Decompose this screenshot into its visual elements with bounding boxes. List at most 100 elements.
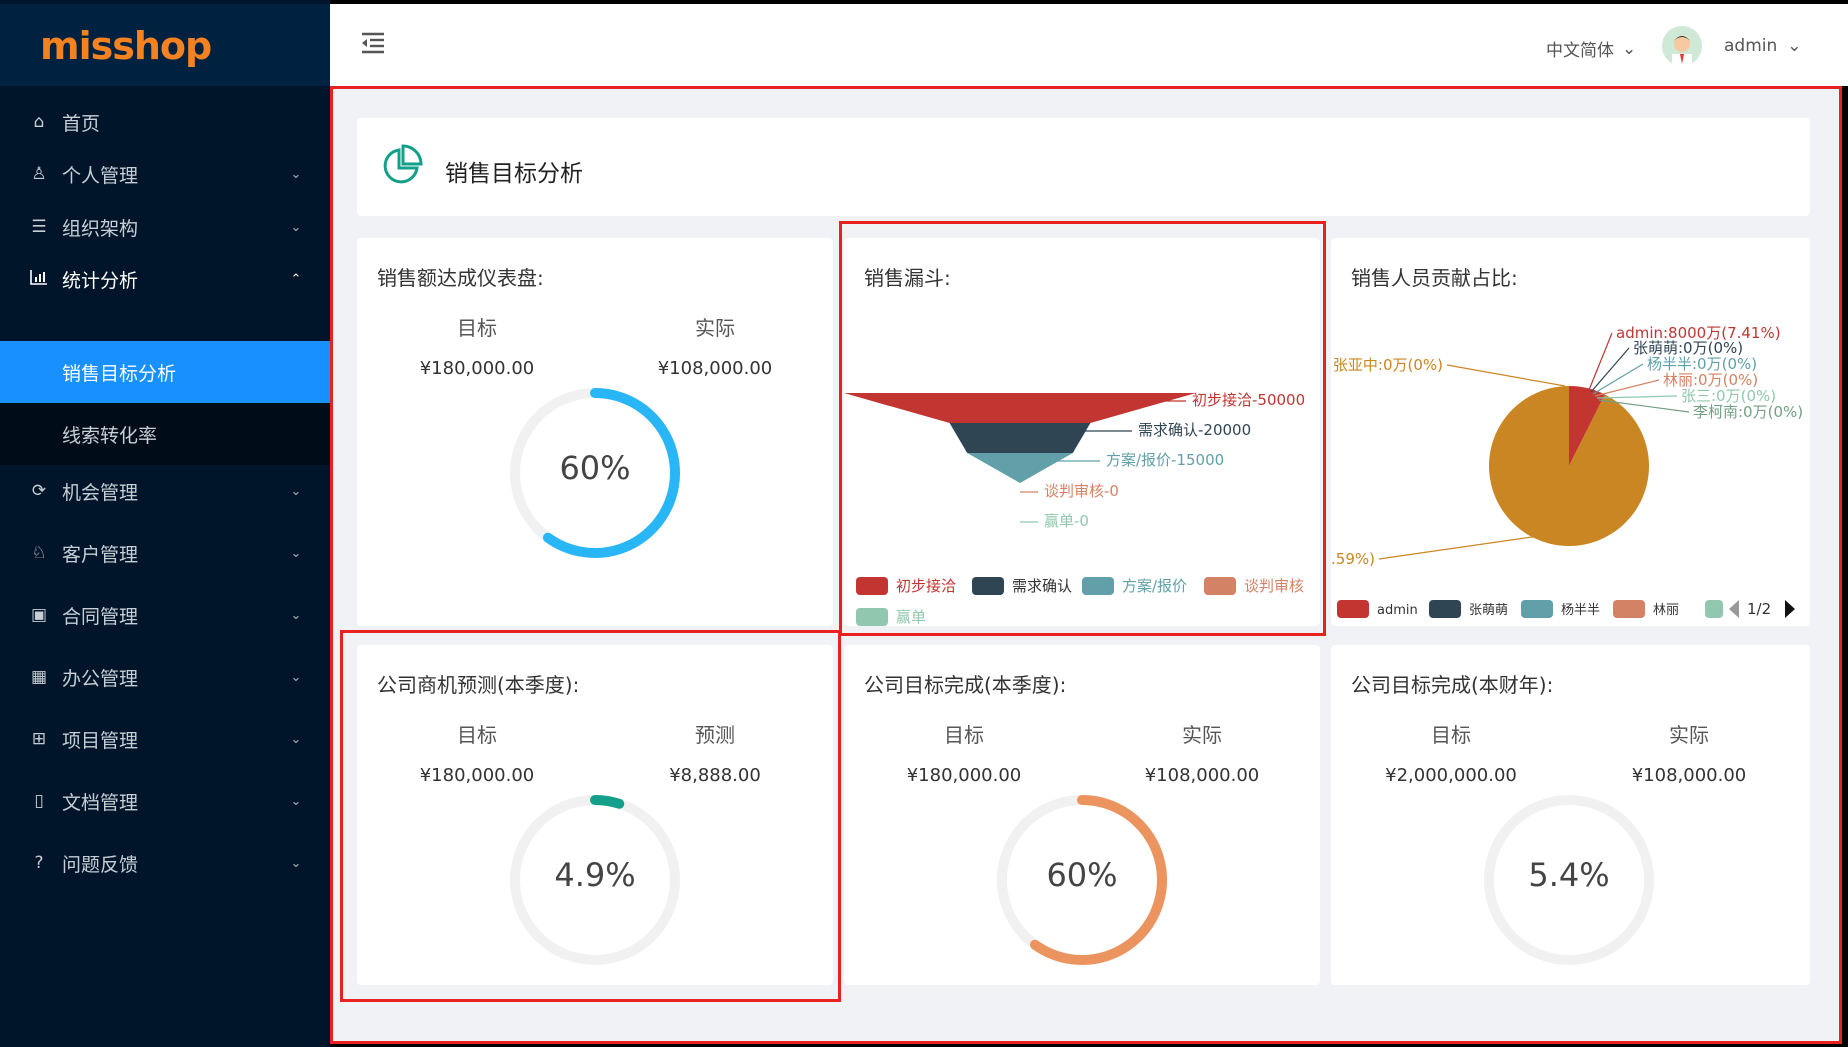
progress-gauge: 60% bbox=[505, 383, 685, 563]
contract-icon: ▣ bbox=[30, 605, 48, 625]
pie-legend-swatch bbox=[1337, 600, 1369, 618]
sidebar-item-office[interactable]: ▦ 办公管理 ⌄ bbox=[0, 646, 330, 708]
sidebar-item-label: 项目管理 bbox=[62, 729, 139, 752]
project-icon: ⊞ bbox=[31, 729, 47, 749]
calendar-icon: ▦ bbox=[30, 667, 48, 687]
sidebar-item-contract[interactable]: ▣ 合同管理 ⌄ bbox=[0, 584, 330, 646]
funnel-legend-swatch bbox=[856, 608, 888, 626]
contribution-pie-chart: admin:8000万(7.41%)张萌萌:0万(0%)杨半半:0万(0%)林丽… bbox=[1331, 324, 1803, 618]
pie-label: 张亚中:0万(0%) bbox=[1333, 356, 1443, 374]
contribution-card: 销售人员贡献占比: admin:8000万(7.41%) 张萌萌:0万(0%) 杨半… bbox=[1331, 238, 1810, 626]
chevron-down-icon: ⌄ bbox=[1622, 38, 1637, 59]
funnel-legend-label: 初步接洽 bbox=[896, 577, 956, 595]
language-select[interactable]: 中文简体 ⌄ bbox=[1546, 36, 1637, 62]
pie-label: test:100000万(92.59%) bbox=[1331, 550, 1375, 568]
pie-legend-label: 张萌萌 bbox=[1469, 603, 1508, 618]
kpi-target: 目标 ¥180,000.00 bbox=[377, 719, 577, 786]
sales-funnel-card: 销售漏斗: 初步接洽-50000 需求确认-20000 方案/报价-15000 谈判审… bbox=[844, 238, 1320, 626]
legend-next-icon bbox=[1785, 600, 1795, 618]
avatar[interactable] bbox=[1662, 26, 1702, 66]
sidebar-item-document[interactable]: ▯ 文档管理 ⌄ bbox=[0, 770, 330, 832]
sidebar-item-label: 机会管理 bbox=[62, 481, 139, 504]
home-icon: ⌂ bbox=[33, 112, 45, 132]
pie-legend-swatch bbox=[1613, 600, 1645, 618]
sidebar-item-label: 合同管理 bbox=[62, 605, 139, 628]
funnel-segment bbox=[967, 453, 1073, 483]
question-icon: ? bbox=[34, 853, 44, 873]
gauge-percent: 60% bbox=[1046, 856, 1118, 894]
funnel-legend-label: 谈判审核 bbox=[1244, 577, 1304, 595]
logo-text: misshop bbox=[40, 24, 212, 68]
page-header-card: 销售目标分析 bbox=[357, 118, 1810, 216]
gauge-percent: 5.4% bbox=[1528, 856, 1610, 894]
chevron-down-icon: ⌄ bbox=[290, 483, 302, 499]
document-icon: ▯ bbox=[34, 791, 44, 811]
language-label: 中文简体 bbox=[1546, 41, 1614, 61]
sales-gauge-card: 销售额达成仪表盘: 目标 ¥180,000.00 实际 ¥108,000.00 … bbox=[357, 238, 833, 626]
quarter-target-card: 公司目标完成(本季度): 目标 ¥180,000.00 实际 ¥108,000.… bbox=[844, 645, 1320, 985]
contacts-icon: ♘ bbox=[31, 543, 47, 563]
sidebar-item-customer[interactable]: ♘ 客户管理 ⌄ bbox=[0, 522, 330, 584]
sidebar-item-statistics[interactable]: 统计分析 ⌃ bbox=[0, 248, 330, 310]
pie-legend-swatch bbox=[1429, 600, 1461, 618]
card-title: 公司目标完成(本季度): bbox=[864, 673, 1067, 697]
refresh-icon: ⟳ bbox=[31, 481, 47, 501]
funnel-legend-swatch bbox=[1204, 577, 1236, 595]
pie-legend-swatch bbox=[1705, 600, 1723, 618]
sidebar-item-feedback[interactable]: ? 问题反馈 ⌄ bbox=[0, 832, 330, 894]
user-menu[interactable]: admin ⌄ bbox=[1724, 36, 1802, 56]
sidebar-item-project[interactable]: ⊞ 项目管理 ⌄ bbox=[0, 708, 330, 770]
kpi-value: ¥180,000.00 bbox=[419, 765, 535, 786]
pie-label-line bbox=[1592, 363, 1644, 395]
legend-prev-icon bbox=[1729, 600, 1739, 618]
progress-gauge: 5.4% bbox=[1479, 790, 1659, 970]
funnel-chart: 初步接洽-50000 需求确认-20000 方案/报价-15000 谈判审核-0 赢单-… bbox=[844, 391, 1305, 626]
kpi-label: 实际 bbox=[1182, 723, 1222, 747]
sidebar-item-label: 客户管理 bbox=[62, 543, 139, 566]
logo[interactable]: misshop bbox=[0, 4, 330, 86]
kpi-label: 目标 bbox=[457, 723, 497, 747]
kpi-label: 实际 bbox=[695, 316, 735, 340]
kpi-label: 实际 bbox=[1669, 723, 1709, 747]
funnel-label: 方案/报价-15000 bbox=[1106, 451, 1224, 469]
sidebar-item-opportunity[interactable]: ⟳ 机会管理 ⌄ bbox=[0, 460, 330, 522]
card-title: 销售额达成仪表盘: bbox=[377, 266, 544, 290]
pie-chart-icon bbox=[379, 144, 423, 188]
gauge-progress-arc bbox=[590, 795, 625, 809]
menu-collapse-icon[interactable] bbox=[360, 32, 386, 58]
chevron-down-icon: ⌄ bbox=[290, 793, 302, 809]
kpi-value: ¥2,000,000.00 bbox=[1385, 765, 1517, 786]
sidebar-subitem-lead-conversion[interactable]: 线索转化率 bbox=[0, 403, 330, 465]
kpi-value: ¥8,888.00 bbox=[669, 765, 761, 786]
main-content: 销售目标分析 销售额达成仪表盘: 目标 ¥180,000.00 实际 ¥108,… bbox=[333, 88, 1841, 1043]
pie-label-line bbox=[1446, 364, 1566, 387]
pie-slice bbox=[1489, 386, 1649, 546]
pie-label-line bbox=[1378, 535, 1540, 560]
chevron-down-icon: ⌄ bbox=[290, 607, 302, 623]
sidebar-item-label: 问题反馈 bbox=[62, 853, 139, 876]
gauge-percent: 4.9% bbox=[554, 856, 636, 894]
sidebar-subitem-sales-target[interactable]: 销售目标分析 bbox=[0, 341, 330, 403]
card-title: 公司商机预测(本季度): bbox=[377, 673, 580, 697]
user-icon: ♙ bbox=[31, 164, 47, 184]
sidebar-item-label: 首页 bbox=[62, 112, 101, 135]
year-target-card: 公司目标完成(本财年): 目标 ¥2,000,000.00 实际 ¥108,00… bbox=[1331, 645, 1810, 985]
kpi-actual: 实际 ¥108,000.00 bbox=[1589, 719, 1789, 786]
progress-gauge: 60% bbox=[992, 790, 1172, 970]
funnel-label: 需求确认-20000 bbox=[1138, 421, 1251, 439]
gauge-percent: 60% bbox=[559, 449, 631, 487]
chevron-down-icon: ⌄ bbox=[290, 669, 302, 685]
chevron-down-icon: ⌄ bbox=[290, 545, 302, 561]
funnel-legend-swatch bbox=[1082, 577, 1114, 595]
kpi-value: ¥108,000.00 bbox=[1144, 765, 1260, 786]
funnel-legend-swatch bbox=[972, 577, 1004, 595]
funnel-segment bbox=[949, 423, 1091, 453]
page-title: 销售目标分析 bbox=[445, 161, 583, 187]
kpi-value: ¥108,000.00 bbox=[657, 358, 773, 379]
progress-gauge: 4.9% bbox=[505, 790, 685, 970]
pie-legend-label: 林丽 bbox=[1653, 603, 1679, 618]
kpi-actual: 实际 ¥108,000.00 bbox=[615, 312, 815, 379]
list-icon: ☰ bbox=[31, 217, 47, 237]
forecast-card: 公司商机预测(本季度): 目标 ¥180,000.00 预测 ¥8,888.00… bbox=[357, 645, 833, 985]
kpi-label: 目标 bbox=[457, 316, 497, 340]
